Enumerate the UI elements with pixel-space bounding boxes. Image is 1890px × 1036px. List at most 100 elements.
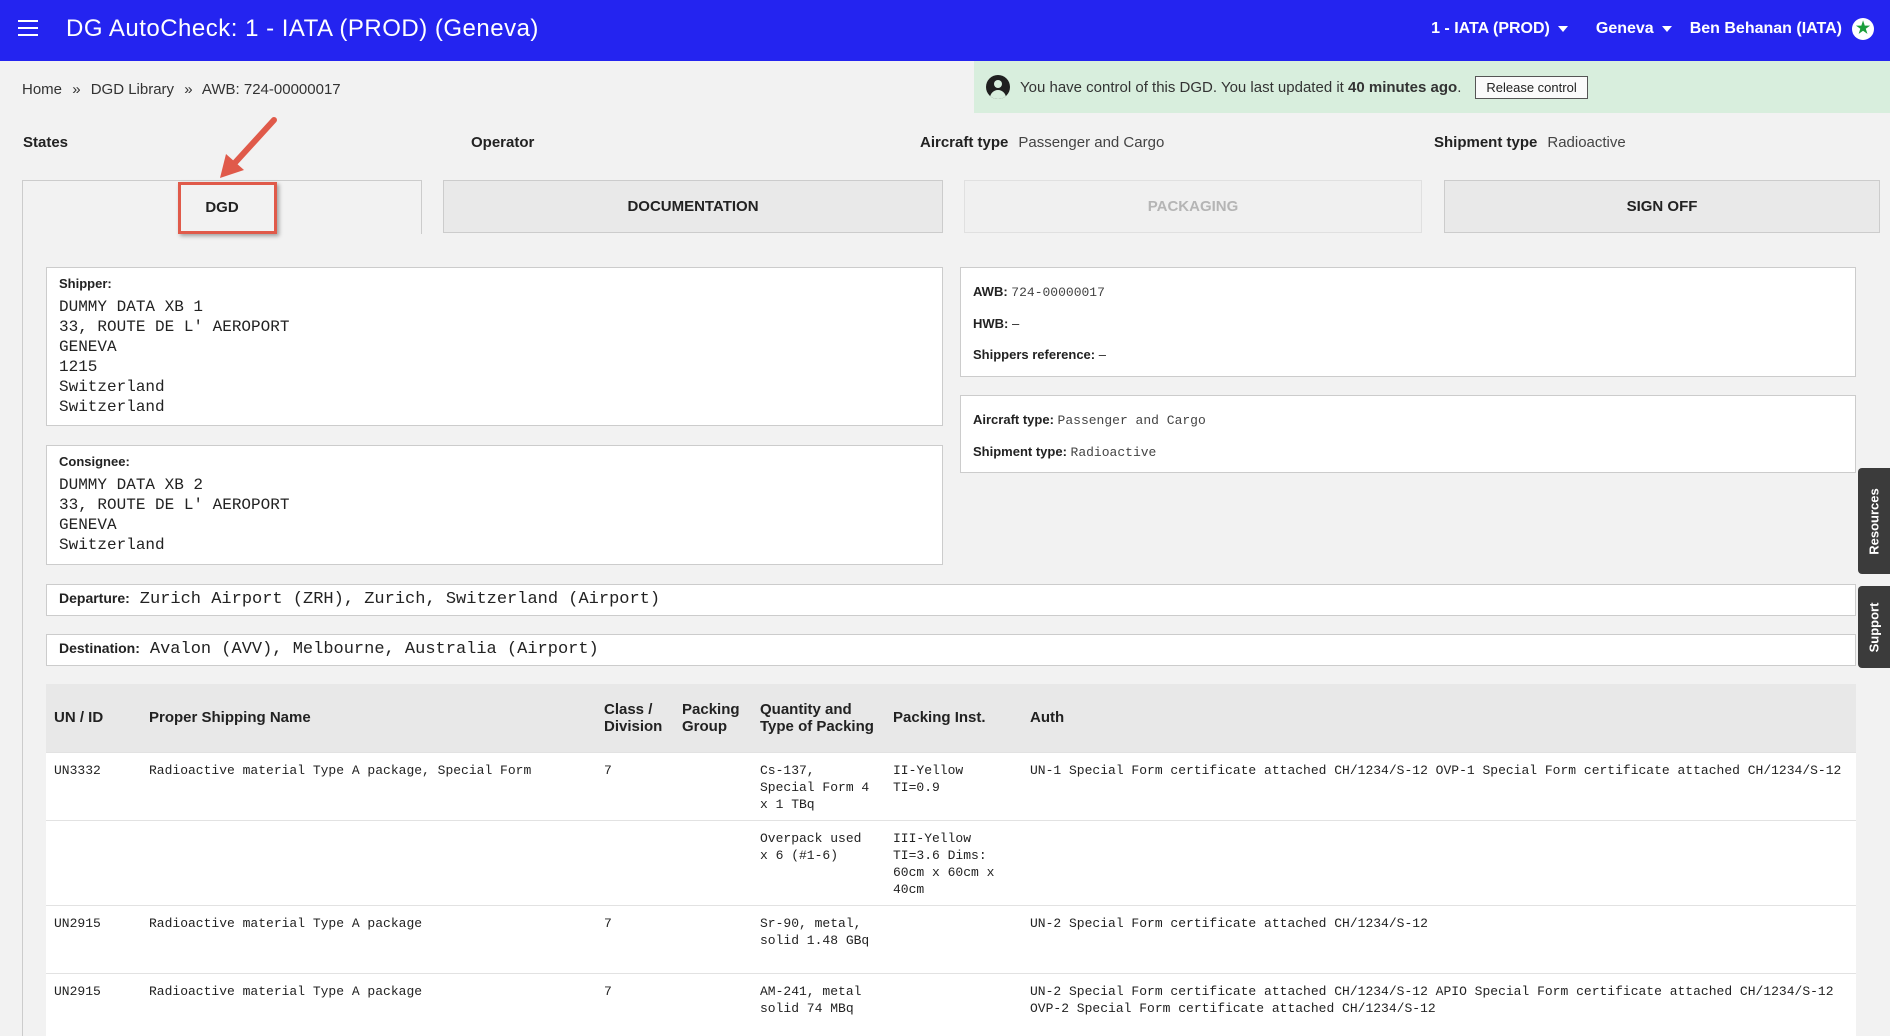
table-cell: Cs-137, Special Form 4 x 1 TBq [752, 751, 885, 820]
awb-value: 724-00000017 [1011, 285, 1105, 300]
tab-packaging: PACKAGING [964, 180, 1422, 233]
shipper-box: Shipper: DUMMY DATA XB 1 33, ROUTE DE L'… [46, 267, 943, 426]
aircraft-type-label: Aircraft type [920, 134, 1009, 151]
control-message-time: 40 minutes ago [1348, 78, 1458, 96]
destination-label: Destination: [59, 640, 140, 656]
operator-label: Operator [471, 134, 535, 151]
departure-value: Zurich Airport (ZRH), Zurich, Switzerlan… [139, 590, 661, 609]
address-line: 33, ROUTE DE L' AEROPORT [59, 318, 290, 336]
shippers-reference-value: – [1098, 347, 1106, 362]
resources-side-tab[interactable]: Resources [1858, 468, 1890, 574]
org-dropdown[interactable]: 1 - IATA (PROD) [1431, 20, 1568, 38]
breadcrumb-dgd-library[interactable]: DGD Library [91, 81, 174, 98]
breadcrumb: Home » DGD Library » AWB: 724-00000017 [22, 81, 341, 98]
shipment-type-detail-label: Shipment type: [973, 444, 1067, 459]
column-header-quantity: Quantity and Type of Packing [752, 684, 885, 752]
annotation-arrow [220, 117, 277, 178]
release-control-button[interactable]: Release control [1475, 75, 1588, 99]
control-notice: You have control of this DGD. You last u… [974, 61, 1890, 113]
resources-side-tab-label: Resources [1866, 487, 1882, 555]
hwb-field: HWB: – [973, 316, 1843, 331]
hwb-value: – [1012, 316, 1020, 331]
shippers-reference-label: Shippers reference: [973, 347, 1096, 362]
column-header-packing-inst: Packing Inst. [885, 684, 1022, 752]
shipment-type-detail: Shipment type: Radioactive [973, 444, 1843, 460]
support-side-tab-label: Support [1866, 602, 1882, 652]
table-cell [596, 819, 674, 905]
consignee-box: Consignee: DUMMY DATA XB 2 33, ROUTE DE … [46, 445, 943, 565]
shipper-address: DUMMY DATA XB 1 33, ROUTE DE L' AEROPORT… [59, 297, 930, 417]
user-name: Ben Behanan (IATA) [1689, 20, 1842, 37]
table-cell: Overpack used x 6 (#1-6) [752, 819, 885, 905]
hwb-label: HWB: [973, 316, 1009, 331]
table-cell: Sr-90, metal, solid 1.48 GBq [752, 904, 885, 973]
control-message-prefix: You have control of this DGD. You last u… [1020, 78, 1344, 96]
operator-field: Operator [471, 134, 534, 151]
consignee-label: Consignee: [59, 454, 130, 469]
control-message-suffix: . [1457, 78, 1462, 96]
table-cell: Radioactive material Type A package [141, 972, 596, 1036]
aircraft-type-field: Aircraft type Passenger and Cargo [920, 134, 1164, 151]
chevron-down-icon [1661, 26, 1672, 32]
table-cell [674, 972, 752, 1036]
star-icon: ★ [1852, 18, 1874, 40]
chevron-down-icon [1557, 26, 1568, 32]
shipper-label: Shipper: [59, 276, 112, 291]
table-cell: II-Yellow TI=0.9 [885, 751, 1022, 820]
destination-box: Destination: Avalon (AVV), Melbourne, Aus… [46, 634, 1856, 666]
table-cell [1022, 819, 1856, 905]
states-field: States [23, 134, 68, 151]
support-side-tab[interactable]: Support [1858, 586, 1890, 668]
aircraft-type-value: Passenger and Cargo [1018, 134, 1165, 151]
column-header-proper-shipping-name: Proper Shipping Name [141, 684, 596, 752]
shipment-type-detail-value: Radioactive [1070, 445, 1157, 460]
table-header-row: UN / ID Proper Shipping Name Class / Div… [46, 684, 1856, 752]
tab-sign-off[interactable]: SIGN OFF [1444, 180, 1880, 233]
table-row: UN3332 Radioactive material Type A packa… [46, 751, 1856, 820]
control-message: You have control of this DGD. You last u… [1020, 79, 1461, 96]
user-menu[interactable]: Ben Behanan (IATA) ★ [1690, 18, 1874, 40]
breadcrumb-separator: » [184, 81, 193, 98]
aircraft-type-detail-value: Passenger and Cargo [1057, 413, 1206, 428]
tab-documentation[interactable]: DOCUMENTATION [443, 180, 943, 233]
table-cell [46, 819, 141, 905]
address-line: Switzerland [59, 378, 165, 396]
consignee-address: DUMMY DATA XB 2 33, ROUTE DE L' AEROPORT… [59, 475, 930, 555]
breadcrumb-separator: » [72, 81, 81, 98]
states-label: States [23, 134, 69, 151]
location-dropdown[interactable]: Geneva [1596, 20, 1672, 38]
address-line: Switzerland [59, 398, 165, 416]
table-cell: UN2915 [46, 972, 141, 1036]
table-cell: III-Yellow TI=3.6 Dims: 60cm x 60cm x 40… [885, 819, 1022, 905]
address-line: Switzerland [59, 536, 165, 554]
awb-label: AWB: [973, 284, 1008, 299]
user-circle-icon [986, 75, 1010, 99]
aircraft-type-detail: Aircraft type: Passenger and Cargo [973, 412, 1843, 428]
destination-value: Avalon (AVV), Melbourne, Australia (Airp… [149, 640, 599, 659]
column-header-un-id: UN / ID [46, 684, 141, 752]
app-title: DG AutoCheck: 1 - IATA (PROD) (Geneva) [66, 15, 539, 42]
table-cell: AM-241, metal solid 74 MBq [752, 972, 885, 1036]
table-cell: UN-2 Special Form certificate attached C… [1022, 972, 1856, 1036]
breadcrumb-current: AWB: 724-00000017 [201, 81, 341, 98]
table-cell: UN-2 Special Form certificate attached C… [1022, 904, 1856, 973]
table-row: UN2915 Radioactive material Type A packa… [46, 904, 1856, 973]
tab-dgd[interactable]: DGD [22, 180, 422, 234]
address-line: 1215 [59, 358, 98, 376]
table-cell [885, 904, 1022, 973]
table-cell [674, 751, 752, 820]
table-cell [674, 819, 752, 905]
table-row: UN2915 Radioactive material Type A packa… [46, 972, 1856, 1036]
departure-label: Departure: [59, 590, 130, 606]
column-header-packing-group: Packing Group [674, 684, 752, 752]
column-header-auth: Auth [1022, 684, 1856, 752]
breadcrumb-home[interactable]: Home [22, 81, 62, 98]
hamburger-icon[interactable] [18, 20, 38, 38]
shippers-reference-field: Shippers reference: – [973, 347, 1843, 362]
table-cell: UN-1 Special Form certificate attached C… [1022, 751, 1856, 820]
address-line: 33, ROUTE DE L' AEROPORT [59, 496, 290, 514]
address-line: DUMMY DATA XB 2 [59, 476, 204, 494]
table-cell: 7 [596, 751, 674, 820]
address-line: DUMMY DATA XB 1 [59, 298, 204, 316]
shipment-type-label: Shipment type [1434, 134, 1538, 151]
